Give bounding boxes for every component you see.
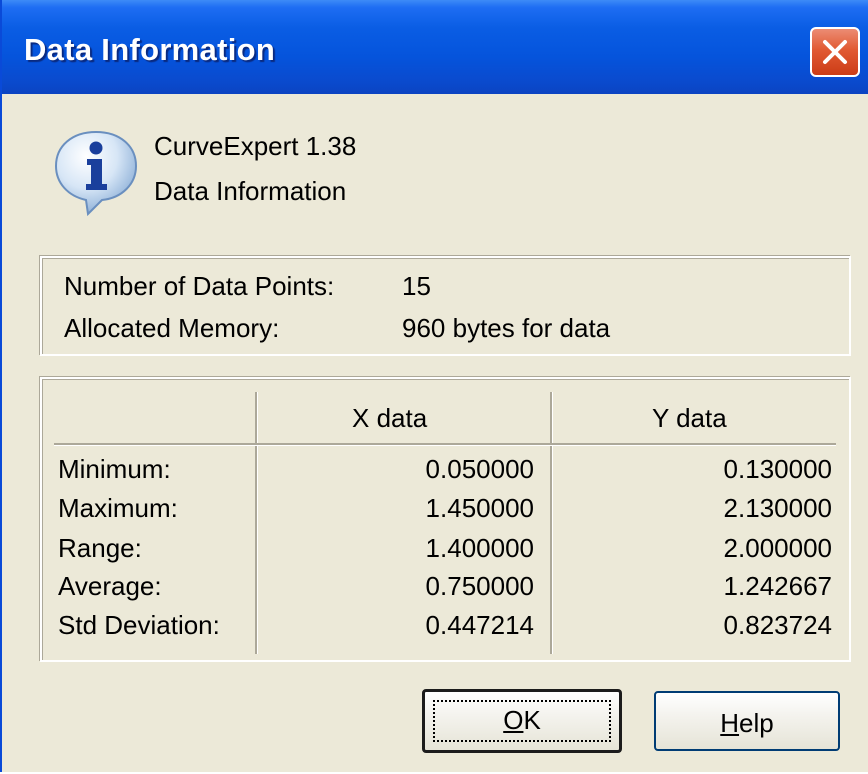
points-label: Number of Data Points:	[64, 271, 335, 301]
ok-button[interactable]: OK	[422, 689, 622, 753]
ok-button-label: OK	[425, 705, 619, 736]
help-mnemonic: H	[720, 708, 740, 738]
dialog-subtitle: Data Information	[154, 176, 347, 206]
row-label-average: Average:	[58, 571, 162, 601]
column-divider-highlight	[257, 392, 258, 654]
column-header-y: Y data	[652, 403, 727, 433]
column-divider-highlight	[552, 392, 553, 654]
dialog-window: Data Information CurveExpert 1.38 Data I…	[0, 0, 868, 772]
app-name: CurveExpert 1.38	[154, 131, 357, 161]
close-button[interactable]	[810, 27, 860, 77]
cell-maximum-x: 1.450000	[425, 493, 534, 523]
dialog-content: CurveExpert 1.38 Data Information Number…	[2, 94, 868, 772]
help-button-label: Help	[656, 708, 838, 739]
cell-std-deviation-y: 0.823724	[723, 610, 832, 640]
row-label-std-deviation: Std Deviation:	[58, 610, 220, 640]
window-title: Data Information	[24, 32, 276, 67]
close-icon	[823, 40, 847, 64]
cell-minimum-y: 0.130000	[723, 454, 832, 484]
cell-maximum-y: 2.130000	[723, 493, 832, 523]
ok-label-rest: K	[523, 705, 541, 735]
points-value: 15	[402, 271, 431, 301]
cell-range-y: 2.000000	[723, 533, 832, 563]
cell-minimum-x: 0.050000	[425, 454, 534, 484]
memory-value: 960 bytes for data	[402, 313, 611, 343]
cell-range-x: 1.400000	[425, 533, 534, 563]
cell-average-x: 0.750000	[425, 571, 534, 601]
row-label-maximum: Maximum:	[58, 493, 178, 523]
title-bar[interactable]: Data Information	[2, 0, 868, 94]
help-label-rest: elp	[739, 708, 774, 738]
column-header-x: X data	[352, 403, 428, 433]
help-button[interactable]: Help	[654, 691, 840, 751]
row-label-range: Range:	[58, 533, 142, 563]
cell-std-deviation-x: 0.447214	[425, 610, 534, 640]
ok-mnemonic: O	[503, 705, 524, 735]
info-icon	[54, 130, 138, 217]
cell-average-y: 1.242667	[723, 571, 832, 601]
header-divider-highlight	[54, 445, 836, 446]
memory-label: Allocated Memory:	[64, 313, 280, 343]
row-label-minimum: Minimum:	[58, 454, 171, 484]
